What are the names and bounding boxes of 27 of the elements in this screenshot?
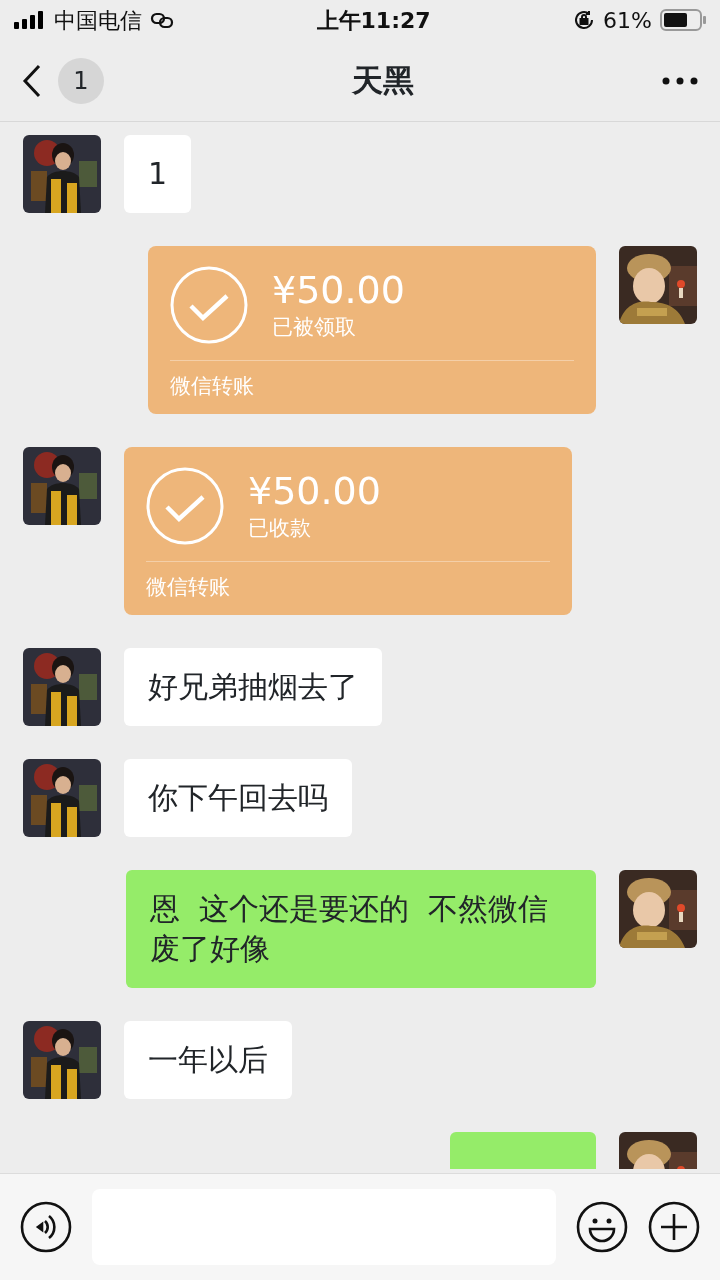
message-bubble[interactable]: 你下午回去吗 — [124, 759, 352, 837]
clock-time: 上午11:27 — [316, 6, 431, 35]
message-bubble[interactable]: 好兄弟抽烟去了 — [124, 648, 382, 726]
emoji-icon[interactable] — [576, 1201, 628, 1253]
message-bubble[interactable]: 恩 这个还是要还的 不然微信废了好像 — [126, 870, 596, 988]
transfer-amount: ¥50.00 — [272, 268, 405, 312]
signal-icon — [14, 11, 46, 29]
check-circle-icon — [170, 266, 248, 344]
message-bubble[interactable]: 1 — [124, 135, 192, 213]
battery-icon — [660, 9, 706, 31]
message-bubble[interactable]: 一年以后 — [124, 1021, 292, 1099]
rotation-lock-icon — [573, 9, 596, 31]
transfer-amount: ¥50.00 — [248, 469, 381, 513]
chat-title: 天黑 — [352, 61, 414, 101]
link-icon — [150, 11, 174, 29]
transfer-status: 已收款 — [248, 515, 312, 542]
transfer-label: 微信转账 — [146, 575, 230, 599]
more-icon[interactable] — [662, 76, 698, 85]
check-circle-icon — [146, 467, 224, 545]
voice-icon[interactable] — [20, 1201, 72, 1253]
transfer-label: 微信转账 — [170, 374, 254, 398]
carrier-name: 中国电信 — [54, 6, 142, 35]
battery-percentage: 61% — [603, 6, 652, 35]
unread-count-badge: 1 — [58, 57, 104, 104]
add-icon[interactable] — [648, 1201, 700, 1253]
transfer-status: 已被领取 — [272, 314, 357, 341]
back-icon[interactable] — [22, 63, 42, 98]
